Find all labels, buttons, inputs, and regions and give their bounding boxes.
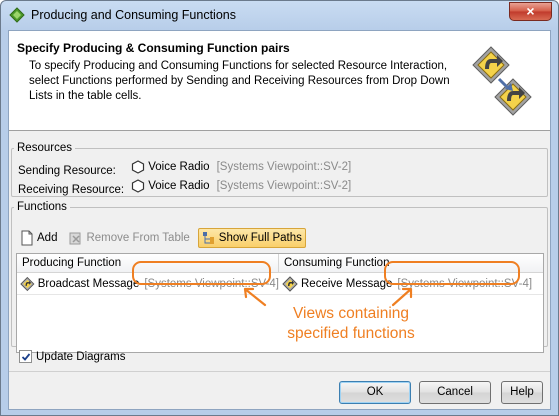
remove-from-table-button[interactable]: Remove From Table (65, 228, 193, 248)
resources-group: Resources Sending Resource: Voice Radio … (11, 142, 548, 197)
sending-resource-label: Sending Resource: (18, 165, 116, 177)
consuming-function-name: Receive Message (301, 278, 393, 290)
footer-separator (9, 371, 550, 372)
resources-legend: Resources (17, 142, 72, 154)
sending-resource-name: Voice Radio (148, 161, 210, 173)
functions-legend: Functions (17, 201, 67, 213)
remove-icon (69, 232, 81, 245)
app-icon (9, 7, 25, 23)
close-button[interactable]: × (509, 2, 552, 21)
show-full-paths-toggle[interactable]: Show Full Paths (197, 228, 306, 248)
cancel-button[interactable]: Cancel (419, 381, 491, 404)
annotation-line-2: specified functions (287, 325, 415, 342)
update-diagrams-row[interactable]: Update Diagrams (19, 350, 125, 363)
annotation-highlight-consuming (384, 261, 520, 285)
annotation-arrow-left-icon (243, 287, 267, 307)
receiving-resource-label: Receiving Resource: (18, 184, 125, 196)
receiving-resource-row: Receiving Resource: Voice Radio [Systems… (18, 179, 351, 196)
resource-hexagon-icon (132, 179, 145, 193)
function-icon (20, 276, 35, 292)
header-title: Specify Producing & Consuming Function p… (17, 41, 290, 55)
add-button[interactable]: Add (16, 228, 61, 248)
dialog-content: Specify Producing & Consuming Function p… (8, 30, 551, 410)
annotation-line-1: Views containing (292, 305, 410, 322)
update-diagrams-checkbox[interactable] (19, 350, 32, 363)
function-pair-icon (472, 46, 532, 116)
title-bar[interactable]: Producing and Consuming Functions × (1, 1, 558, 29)
sending-resource-path: [Systems Viewpoint::SV-2] (216, 161, 352, 173)
tree-paths-icon (202, 232, 214, 244)
remove-label: Remove From Table (86, 232, 190, 244)
update-diagrams-label: Update Diagrams (36, 350, 126, 363)
add-label: Add (37, 232, 58, 244)
function-icon (282, 276, 298, 292)
show-full-paths-label: Show Full Paths (218, 232, 302, 244)
new-document-icon (21, 230, 33, 246)
receiving-resource-name: Voice Radio (148, 180, 210, 192)
producing-function-name: Broadcast Message (37, 278, 140, 290)
receiving-resource-path: [Systems Viewpoint::SV-2] (216, 180, 352, 192)
checkmark-icon (21, 352, 30, 361)
annotation-text: Views containing specified functions (271, 304, 431, 344)
annotation-highlight-producing (132, 261, 271, 285)
ok-button[interactable]: OK (339, 381, 411, 404)
resource-hexagon-icon (132, 160, 145, 174)
header-description: To specify Producing and Consuming Funct… (29, 60, 450, 102)
dialog-window: Producing and Consuming Functions × Spec… (0, 0, 559, 416)
header-panel: Specify Producing & Consuming Function p… (9, 31, 550, 131)
sending-resource-row: Sending Resource: Voice Radio [Systems V… (18, 160, 351, 177)
help-button[interactable]: Help (501, 381, 543, 404)
window-title: Producing and Consuming Functions (31, 8, 236, 22)
functions-toolbar: Add Remove From Table Show Full Paths (16, 227, 306, 249)
